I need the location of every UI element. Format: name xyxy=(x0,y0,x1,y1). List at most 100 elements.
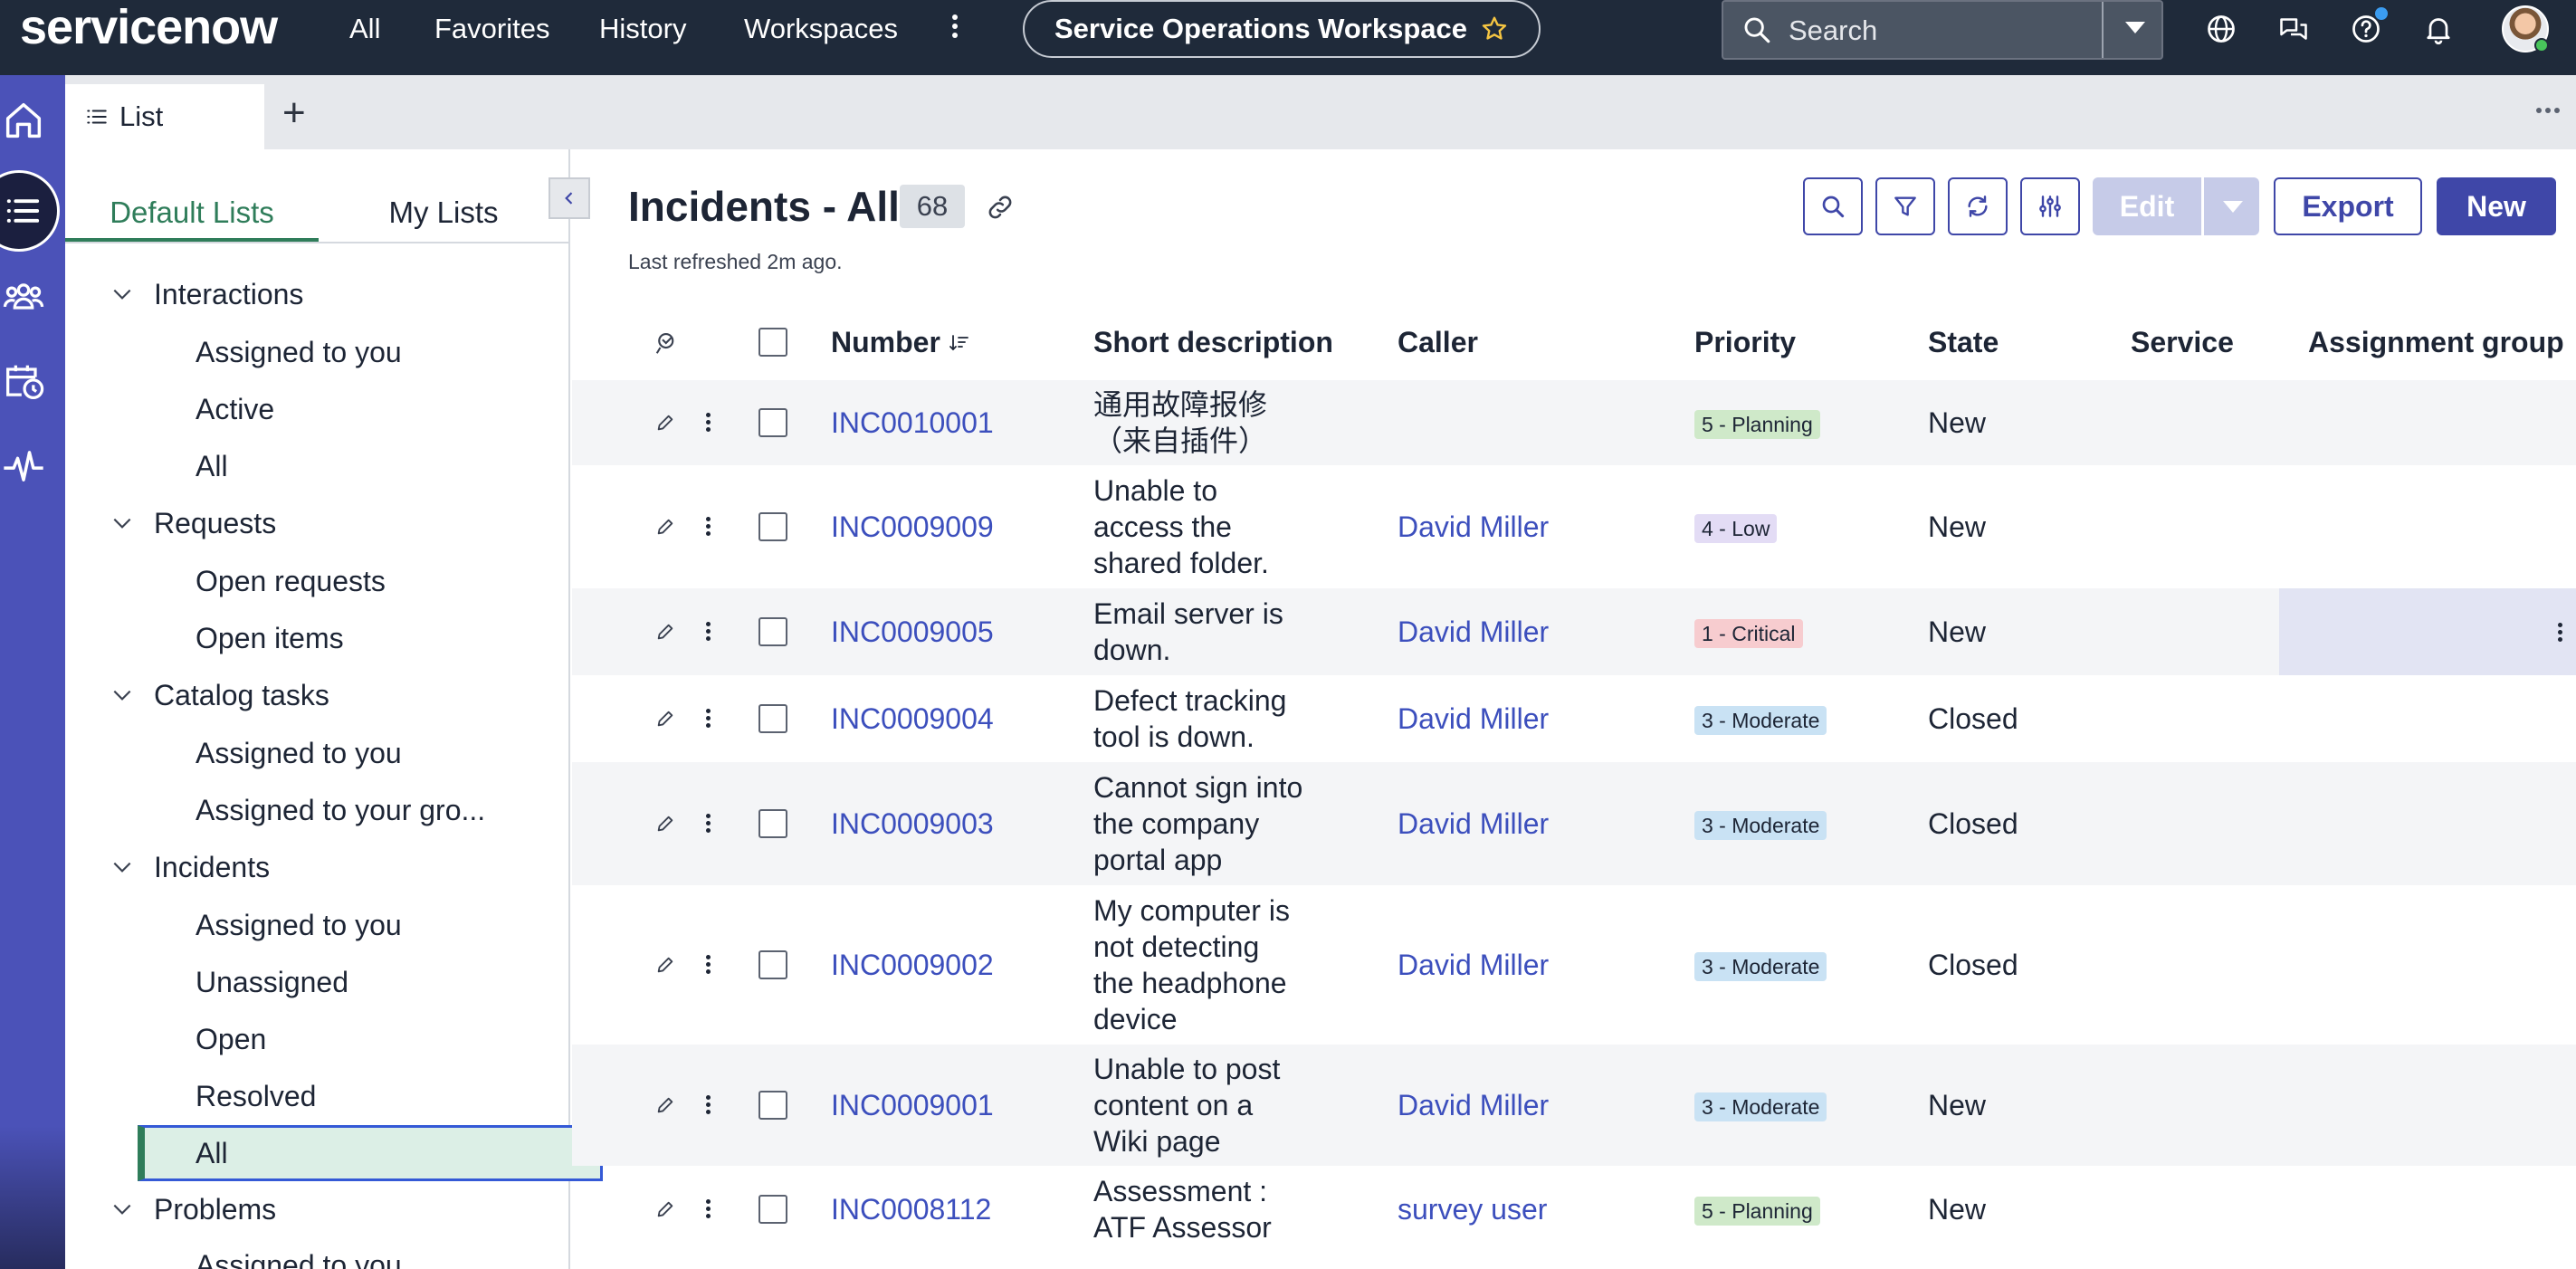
edit-pencil-icon[interactable] xyxy=(655,955,675,975)
highlight-filter-icon[interactable] xyxy=(654,329,681,357)
column-state[interactable]: State xyxy=(1928,324,1999,360)
table-row[interactable]: INC0009005 Email server is down. David Mill… xyxy=(572,588,2576,675)
row-menu-icon[interactable] xyxy=(706,1199,711,1221)
edit-pencil-icon[interactable] xyxy=(655,622,675,642)
incident-number-link[interactable]: INC0009005 xyxy=(831,614,994,650)
tab-default-lists[interactable]: Default Lists xyxy=(65,184,319,242)
edit-pencil-icon[interactable] xyxy=(655,709,675,729)
row-checkbox[interactable] xyxy=(758,617,787,646)
edit-pencil-icon[interactable] xyxy=(655,517,675,537)
list-item-catalog-assigned[interactable]: Assigned to you xyxy=(196,735,402,771)
list-item-interactions-active[interactable]: Active xyxy=(196,391,274,427)
group-interactions[interactable]: Interactions xyxy=(110,276,303,312)
row-menu-icon[interactable] xyxy=(706,709,711,730)
edit-pencil-icon[interactable] xyxy=(655,1199,675,1219)
tab-overflow-icon[interactable] xyxy=(2536,108,2563,117)
row-menu-icon[interactable] xyxy=(706,814,711,835)
list-item-catalog-assigned-group[interactable]: Assigned to your gro... xyxy=(196,792,485,828)
row-checkbox[interactable] xyxy=(758,950,787,979)
table-row[interactable]: INC0009002 My computer is not detecting the… xyxy=(572,885,2576,1045)
edit-menu-chevron-icon[interactable] xyxy=(2223,201,2243,213)
list-item-incidents-unassigned[interactable]: Unassigned xyxy=(196,964,348,1000)
caller-link[interactable]: David Miller xyxy=(1398,1087,1549,1123)
column-number[interactable]: Number xyxy=(831,324,970,360)
edit-pencil-icon[interactable] xyxy=(655,814,675,834)
list-item-interactions-assigned[interactable]: Assigned to you xyxy=(196,334,402,370)
row-menu-icon[interactable] xyxy=(706,413,711,434)
row-checkbox[interactable] xyxy=(758,408,787,437)
caller-link[interactable]: David Miller xyxy=(1398,614,1549,650)
global-search[interactable]: Search xyxy=(1722,0,2163,60)
list-item-incidents-open[interactable]: Open xyxy=(196,1021,266,1057)
tab-list[interactable]: List xyxy=(65,84,264,149)
list-item-incidents-all[interactable]: All xyxy=(138,1125,603,1181)
incident-number-link[interactable]: INC0008112 xyxy=(831,1191,991,1227)
row-checkbox[interactable] xyxy=(758,704,787,733)
list-item-interactions-all[interactable]: All xyxy=(196,448,228,484)
list-item-open-requests[interactable]: Open requests xyxy=(196,563,386,599)
globe-icon[interactable] xyxy=(2205,13,2237,45)
table-row[interactable]: INC0009001 Unable to post content on a Wiki… xyxy=(572,1045,2576,1166)
cell-menu-icon[interactable] xyxy=(2558,623,2563,644)
edit-pencil-icon[interactable] xyxy=(655,1095,675,1115)
incident-number-link[interactable]: INC0009004 xyxy=(831,701,994,737)
list-item-incidents-assigned[interactable]: Assigned to you xyxy=(196,907,402,943)
column-short-description[interactable]: Short description xyxy=(1093,324,1333,360)
add-tab-icon[interactable]: + xyxy=(282,93,306,133)
list-item-problems-assigned[interactable]: Assigned to you xyxy=(196,1247,402,1269)
servicenow-logo[interactable]: servicenow xyxy=(20,2,278,52)
row-menu-icon[interactable] xyxy=(706,1095,711,1117)
group-problems[interactable]: Problems xyxy=(110,1191,276,1227)
home-icon[interactable] xyxy=(0,97,47,144)
nav-favorites[interactable]: Favorites xyxy=(434,13,549,45)
list-item-incidents-resolved[interactable]: Resolved xyxy=(196,1078,316,1114)
edit-button[interactable]: Edit xyxy=(2093,177,2259,235)
caller-link[interactable]: David Miller xyxy=(1398,509,1549,545)
link-icon[interactable] xyxy=(985,192,1016,223)
row-menu-icon[interactable] xyxy=(706,622,711,644)
table-row[interactable]: INC0009003 Cannot sign into the company por… xyxy=(572,762,2576,885)
workspace-selector[interactable]: Service Operations Workspace xyxy=(1023,0,1541,58)
select-all-checkbox[interactable] xyxy=(758,328,787,357)
row-menu-icon[interactable] xyxy=(706,955,711,977)
export-button[interactable]: Export xyxy=(2274,177,2422,235)
incident-number-link[interactable]: INC0009001 xyxy=(831,1087,994,1123)
calendar-clock-icon[interactable] xyxy=(0,358,47,405)
list-item-open-items[interactable]: Open items xyxy=(196,620,344,656)
caller-link[interactable]: David Miller xyxy=(1398,947,1549,983)
table-row[interactable]: INC0009004 Defect tracking tool is down. Da… xyxy=(572,675,2576,762)
row-checkbox[interactable] xyxy=(758,1195,787,1224)
personalize-columns-button[interactable] xyxy=(2020,177,2080,235)
group-incidents[interactable]: Incidents xyxy=(110,849,270,885)
sort-descending-icon[interactable] xyxy=(949,332,970,354)
table-row[interactable]: INC0009009 Unable to access the shared fold… xyxy=(572,465,2576,588)
list-icon[interactable] xyxy=(0,187,47,234)
column-caller[interactable]: Caller xyxy=(1398,324,1478,360)
bell-icon[interactable] xyxy=(2422,13,2455,45)
star-icon[interactable] xyxy=(1480,14,1509,43)
new-button[interactable]: New xyxy=(2437,177,2556,235)
nav-history[interactable]: History xyxy=(599,13,686,45)
nav-workspaces[interactable]: Workspaces xyxy=(744,13,898,45)
search-list-button[interactable] xyxy=(1803,177,1863,235)
row-checkbox[interactable] xyxy=(758,809,787,838)
caller-link[interactable]: David Miller xyxy=(1398,701,1549,737)
nav-more-icon[interactable] xyxy=(949,11,961,47)
tab-my-lists[interactable]: My Lists xyxy=(317,184,568,242)
refresh-button[interactable] xyxy=(1948,177,2008,235)
incident-number-link[interactable]: INC0009002 xyxy=(831,947,994,983)
assignment-group-cell-hover[interactable] xyxy=(2279,588,2576,675)
activity-icon[interactable] xyxy=(0,443,47,490)
collapse-panel-button[interactable] xyxy=(549,177,590,219)
edit-pencil-icon[interactable] xyxy=(655,413,675,433)
row-checkbox[interactable] xyxy=(758,1091,787,1120)
nav-all[interactable]: All xyxy=(349,13,380,45)
table-row[interactable]: INC0008112 Assessment : ATF Assessor survey… xyxy=(572,1166,2576,1253)
table-row[interactable]: INC0010001 通用故障报修 （来自插件） 5 - Planning New xyxy=(572,380,2576,465)
column-assignment-group[interactable]: Assignment group xyxy=(2308,324,2564,360)
group-catalog-tasks[interactable]: Catalog tasks xyxy=(110,677,329,713)
row-menu-icon[interactable] xyxy=(706,517,711,539)
filter-button[interactable] xyxy=(1875,177,1935,235)
row-checkbox[interactable] xyxy=(758,512,787,541)
group-requests[interactable]: Requests xyxy=(110,505,276,541)
